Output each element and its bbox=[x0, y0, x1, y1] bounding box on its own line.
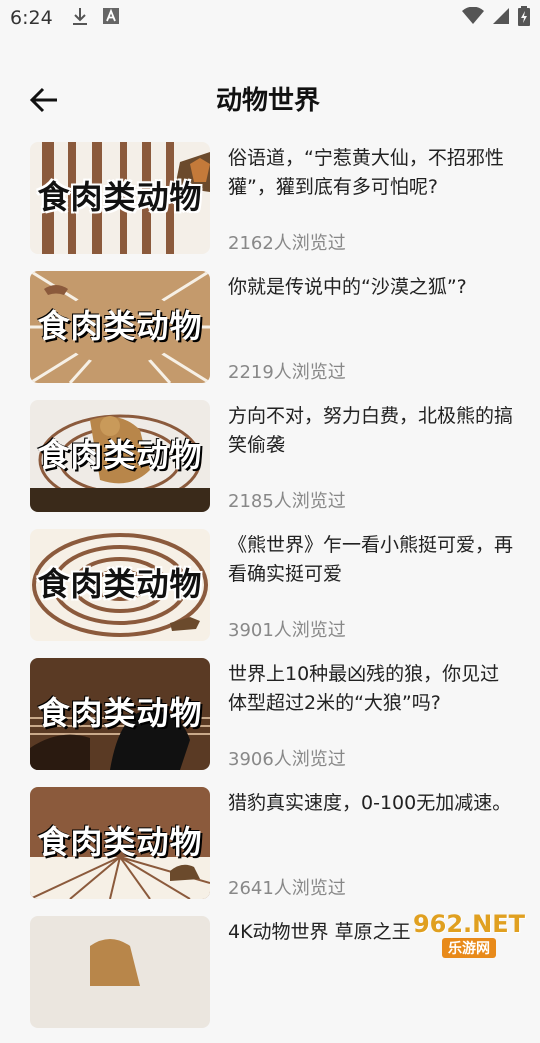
wifi-icon bbox=[462, 6, 484, 30]
video-thumbnail[interactable]: 食肉类动物 bbox=[30, 529, 210, 641]
item-title[interactable]: 方向不对，努力白费，北极熊的搞笑偷袭 bbox=[228, 402, 518, 460]
watermark-bottom-text: 乐游网 bbox=[442, 938, 496, 958]
thumbnail-text: 食肉类动物 bbox=[36, 564, 203, 604]
watermark-top-text: 962.NET bbox=[412, 910, 526, 938]
video-thumbnail[interactable]: 食肉类动物 bbox=[30, 271, 210, 383]
video-thumbnail[interactable]: 食肉类动物 bbox=[30, 142, 210, 254]
view-count: 2219人浏览过 bbox=[228, 362, 346, 383]
view-count: 2162人浏览过 bbox=[228, 233, 346, 254]
back-button[interactable] bbox=[24, 80, 64, 120]
item-title[interactable]: 世界上10种最凶残的狼，你见过体型超过2米的“大狼”吗? bbox=[228, 660, 518, 718]
list-item[interactable]: 食肉类动物 《熊世界》乍一看小熊挺可爱，再看确实挺可爱 3901人浏览过 bbox=[0, 527, 540, 656]
watermark-logo: 962.NET 乐游网 bbox=[404, 910, 534, 958]
item-title[interactable]: 《熊世界》乍一看小熊挺可爱，再看确实挺可爱 bbox=[228, 531, 518, 589]
video-thumbnail[interactable]: 食肉类动物 bbox=[30, 658, 210, 770]
thumbnail-text: 食肉类动物 bbox=[36, 177, 203, 217]
list-item[interactable]: 食肉类动物 世界上10种最凶残的狼，你见过体型超过2米的“大狼”吗? 3906人… bbox=[0, 656, 540, 785]
status-time: 6:24 bbox=[10, 7, 53, 29]
app-notification-icon bbox=[102, 7, 119, 29]
video-thumbnail[interactable]: 食肉类动物 bbox=[30, 400, 210, 512]
item-title[interactable]: 猎豹真实速度，0-100无加减速。 bbox=[228, 789, 518, 818]
view-count: 2641人浏览过 bbox=[228, 878, 346, 899]
view-count: 2185人浏览过 bbox=[228, 491, 346, 512]
video-thumbnail[interactable] bbox=[30, 916, 210, 1028]
list-item[interactable]: 食肉类动物 方向不对，努力白费，北极熊的搞笑偷袭 2185人浏览过 bbox=[0, 398, 540, 527]
list-item[interactable]: 食肉类动物 俗语道，“宁惹黄大仙，不招邪性獾”，獾到底有多可怕呢? 2162人浏… bbox=[0, 140, 540, 269]
list-item[interactable]: 食肉类动物 猎豹真实速度，0-100无加减速。 2641人浏览过 bbox=[0, 785, 540, 914]
thumbnail-text: 食肉类动物 bbox=[37, 307, 203, 345]
thumbnail-text: 食肉类动物 bbox=[37, 823, 203, 861]
thumbnail-text: 食肉类动物 bbox=[37, 694, 203, 732]
video-list: 食肉类动物 俗语道，“宁惹黄大仙，不招邪性獾”，獾到底有多可怕呢? 2162人浏… bbox=[0, 140, 540, 1043]
cell-signal-icon bbox=[492, 7, 510, 30]
header-bar: 动物世界 bbox=[0, 72, 540, 124]
thumbnail-text: 食肉类动物 bbox=[37, 436, 203, 474]
view-count: 3906人浏览过 bbox=[228, 749, 346, 770]
list-item[interactable]: 食肉类动物 你就是传说中的“沙漠之狐”? 2219人浏览过 bbox=[0, 269, 540, 398]
page-title: 动物世界 bbox=[216, 86, 321, 116]
arrow-left-icon bbox=[29, 87, 57, 113]
status-bar: 6:24 bbox=[0, 0, 540, 36]
video-thumbnail[interactable]: 食肉类动物 bbox=[30, 787, 210, 899]
item-title[interactable]: 你就是传说中的“沙漠之狐”? bbox=[228, 273, 518, 302]
battery-icon bbox=[518, 6, 530, 31]
view-count: 3901人浏览过 bbox=[228, 620, 346, 641]
item-title[interactable]: 俗语道，“宁惹黄大仙，不招邪性獾”，獾到底有多可怕呢? bbox=[228, 144, 518, 202]
download-icon bbox=[71, 6, 89, 31]
